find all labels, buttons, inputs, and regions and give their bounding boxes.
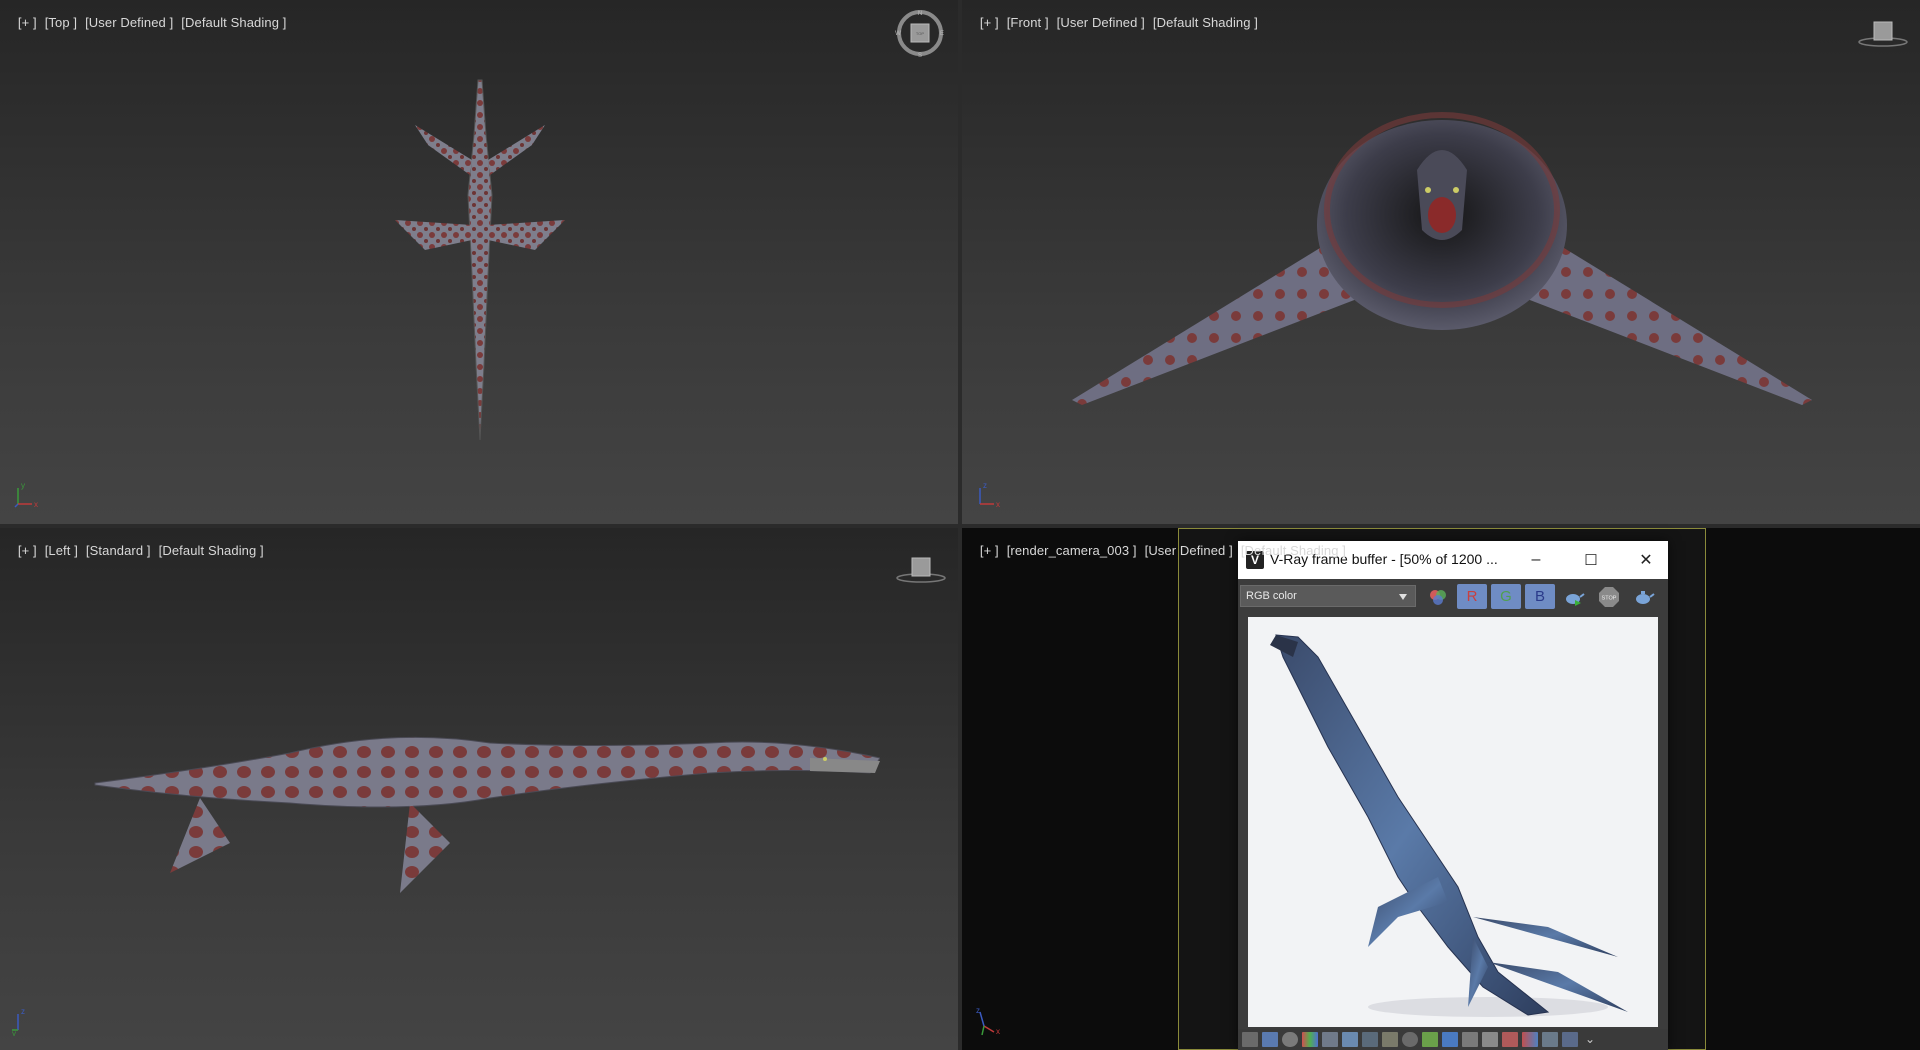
minimize-button[interactable]: – bbox=[1514, 541, 1558, 579]
viewcube-icon[interactable] bbox=[1857, 14, 1909, 50]
viewcube-face: TOP bbox=[916, 31, 924, 36]
svg-text:z: z bbox=[21, 1007, 25, 1016]
shading-menu[interactable]: [Default Shading ] bbox=[181, 15, 286, 30]
view-menu[interactable]: [Left ] bbox=[45, 543, 78, 558]
compare-h-icon[interactable] bbox=[1482, 1032, 1498, 1047]
levels-icon[interactable] bbox=[1342, 1032, 1358, 1047]
svg-text:y: y bbox=[21, 481, 25, 490]
lut-icon[interactable] bbox=[1462, 1032, 1478, 1047]
viewport-front[interactable]: [+ ] [Front ] [User Defined ] [Default Shad… bbox=[962, 0, 1920, 524]
maximize-button[interactable]: ☐ bbox=[1569, 541, 1613, 579]
viewcube-south: S bbox=[918, 53, 922, 58]
view-menu[interactable]: [Top ] bbox=[45, 15, 77, 30]
viewport-left-label: [+ ] [Left ] [Standard ] [Default Shading ] bbox=[3, 528, 272, 573]
viewcube-east: E bbox=[940, 31, 944, 37]
svg-text:x: x bbox=[996, 500, 1000, 509]
lens-effects-icon[interactable] bbox=[1442, 1032, 1458, 1047]
green-channel-button[interactable]: G bbox=[1491, 584, 1521, 609]
color-channels-icon[interactable] bbox=[1423, 584, 1453, 609]
vfb-toolbar: RGB color R G B STOP bbox=[1238, 579, 1668, 613]
color-correction-icon[interactable] bbox=[1302, 1032, 1318, 1047]
viewport-camera-label: [+ ] [render_camera_003 ] [User Defined ] [… bbox=[965, 528, 1354, 573]
svg-text:y: y bbox=[12, 1029, 16, 1036]
viewport-menu-button[interactable]: [+ ] bbox=[980, 543, 999, 558]
exposure-icon[interactable] bbox=[1402, 1032, 1418, 1047]
background-icon[interactable] bbox=[1422, 1032, 1438, 1047]
axis-tripod-icon: z y bbox=[12, 1007, 25, 1036]
close-button[interactable]: ✕ bbox=[1624, 541, 1668, 579]
viewport-left[interactable]: [+ ] [Left ] [Standard ] [Default Shading ]… bbox=[0, 528, 958, 1050]
red-channel-button[interactable]: R bbox=[1457, 584, 1487, 609]
style-menu[interactable]: [User Defined ] bbox=[85, 15, 173, 30]
axis-tripod-icon: z x bbox=[976, 1006, 1000, 1036]
view-menu[interactable]: [render_camera_003 ] bbox=[1007, 543, 1137, 558]
viewcube-west: W bbox=[895, 31, 901, 37]
svg-text:z: z bbox=[983, 481, 987, 490]
svg-text:z: z bbox=[976, 1006, 980, 1015]
histogram-icon[interactable] bbox=[1362, 1032, 1378, 1047]
hsl-icon[interactable] bbox=[1322, 1032, 1338, 1047]
blue-channel-button[interactable]: B bbox=[1525, 584, 1555, 609]
save-image-icon[interactable] bbox=[1242, 1032, 1258, 1047]
viewcube-north: N bbox=[918, 11, 922, 17]
region-render-icon[interactable] bbox=[1562, 1032, 1578, 1047]
ab-compare-icon[interactable] bbox=[1522, 1032, 1538, 1047]
compare-v-icon[interactable] bbox=[1502, 1032, 1518, 1047]
svg-text:x: x bbox=[34, 500, 38, 509]
axis-tripod-icon: y x bbox=[14, 481, 38, 509]
vfb-bottom-toolbar: ⌄ bbox=[1238, 1029, 1668, 1050]
vray-frame-buffer-window[interactable]: V V-Ray frame buffer - [50% of 1200 ... … bbox=[1238, 541, 1668, 1050]
stop-render-button[interactable]: STOP bbox=[1594, 584, 1624, 609]
svg-text:STOP: STOP bbox=[1602, 595, 1617, 601]
more-chevron-icon[interactable]: ⌄ bbox=[1582, 1032, 1598, 1047]
render-image[interactable] bbox=[1248, 617, 1658, 1027]
axis-tripod-icon: z x bbox=[979, 481, 1000, 509]
viewport-menu-button[interactable]: [+ ] bbox=[18, 543, 37, 558]
channel-select-value: RGB color bbox=[1246, 590, 1297, 602]
interactive-render-teapot-icon[interactable] bbox=[1629, 584, 1659, 609]
viewport-menu-button[interactable]: [+ ] bbox=[18, 15, 37, 30]
channel-select[interactable]: RGB color bbox=[1240, 585, 1416, 607]
render-teapot-icon[interactable] bbox=[1559, 584, 1589, 609]
history-icon[interactable] bbox=[1262, 1032, 1278, 1047]
shading-menu[interactable]: [Default Shading ] bbox=[159, 543, 264, 558]
viewport-menu-button[interactable]: [+ ] bbox=[980, 15, 999, 30]
plesiosaur-side-model[interactable] bbox=[90, 723, 880, 903]
style-menu[interactable]: [User Defined ] bbox=[1057, 15, 1145, 30]
shading-menu[interactable]: [Default Shading ] bbox=[1153, 15, 1258, 30]
viewcube-icon[interactable]: N S E W TOP bbox=[895, 8, 945, 58]
info-icon[interactable] bbox=[1282, 1032, 1298, 1047]
viewcube-icon[interactable] bbox=[895, 550, 947, 586]
style-menu[interactable]: [Standard ] bbox=[86, 543, 151, 558]
plesiosaur-top-model[interactable] bbox=[380, 75, 580, 445]
viewport-divider-horizontal[interactable] bbox=[0, 524, 1920, 528]
shading-menu[interactable]: [Default Shading ] bbox=[1241, 543, 1346, 558]
view-menu[interactable]: [Front ] bbox=[1007, 15, 1049, 30]
curves-icon[interactable] bbox=[1382, 1032, 1398, 1047]
plesiosaur-front-model[interactable] bbox=[1052, 110, 1832, 410]
plesiosaur-render-image bbox=[1270, 634, 1628, 1017]
viewport-front-label: [+ ] [Front ] [User Defined ] [Default Shad… bbox=[965, 0, 1266, 45]
svg-text:x: x bbox=[996, 1027, 1000, 1036]
chevron-down-icon bbox=[1399, 594, 1407, 600]
pixel-info-icon[interactable] bbox=[1542, 1032, 1558, 1047]
viewport-top[interactable]: [+ ] [Top ] [User Defined ] [Default Shadin… bbox=[0, 0, 958, 524]
style-menu[interactable]: [User Defined ] bbox=[1145, 543, 1233, 558]
viewport-top-label: [+ ] [Top ] [User Defined ] [Default Shadin… bbox=[3, 0, 294, 45]
